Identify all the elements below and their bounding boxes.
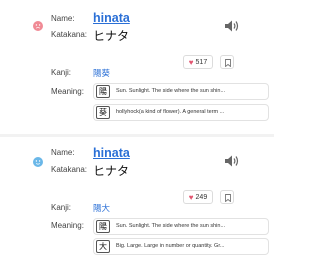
- meaning-text: Sun. Sunlight. The side where the sun sh…: [116, 223, 226, 229]
- meaning-label: Meaning:: [51, 221, 84, 230]
- meaning-label: Meaning:: [51, 87, 84, 96]
- katakana-label: Katakana:: [51, 30, 88, 39]
- name-card-2: Name: hinata Katakana: ヒナタ ♥ 249 Kanji: …: [0, 137, 274, 274]
- meaning-text: Big. Large. Large in number or quantity.…: [116, 243, 225, 249]
- name-label: Name:: [51, 14, 75, 23]
- bookmark-button[interactable]: [220, 55, 234, 69]
- speaker-icon[interactable]: [224, 19, 240, 33]
- kanji-char-box[interactable]: 葵: [96, 106, 110, 119]
- like-count: 517: [195, 58, 208, 66]
- heart-icon: ♥: [188, 57, 194, 67]
- meaning-row: 葵 hollyhock(a kind of flower). A general…: [93, 104, 269, 121]
- meaning-text: Sun. Sunlight. The side where the sun sh…: [116, 88, 226, 94]
- name-link[interactable]: hinata: [93, 11, 130, 25]
- heart-icon: ♥: [188, 192, 194, 202]
- kanji-char-box[interactable]: 陽: [96, 220, 110, 233]
- bookmark-button[interactable]: [220, 190, 234, 204]
- meaning-row: 陽 Sun. Sunlight. The side where the sun …: [93, 83, 269, 100]
- speaker-icon[interactable]: [224, 154, 240, 168]
- katakana-label: Katakana:: [51, 165, 88, 174]
- meaning-row: 大 Big. Large. Large in number or quantit…: [93, 238, 269, 255]
- name-label: Name:: [51, 148, 75, 157]
- kanji-value[interactable]: 陽大: [93, 202, 110, 214]
- kanji-char-box[interactable]: 陽: [96, 85, 110, 98]
- kanji-char-box[interactable]: 大: [96, 240, 110, 253]
- bookmark-icon: [225, 59, 231, 67]
- female-icon: [33, 21, 43, 31]
- like-count: 249: [195, 193, 208, 201]
- male-icon: [33, 157, 43, 167]
- kanji-label: Kanji:: [51, 203, 72, 212]
- meaning-row: 陽 Sun. Sunlight. The side where the sun …: [93, 218, 269, 235]
- katakana-value: ヒナタ: [93, 29, 130, 43]
- name-link[interactable]: hinata: [93, 146, 130, 160]
- like-button[interactable]: ♥ 249: [183, 190, 213, 204]
- katakana-value: ヒナタ: [93, 164, 130, 178]
- bookmark-icon: [225, 194, 231, 202]
- name-card-1: Name: hinata Katakana: ヒナタ ♥ 517 Kanji: …: [0, 0, 274, 137]
- kanji-value[interactable]: 陽葵: [93, 67, 110, 79]
- like-button[interactable]: ♥ 517: [183, 55, 213, 69]
- meaning-text: hollyhock(a kind of flower). A general t…: [116, 109, 225, 115]
- kanji-label: Kanji:: [51, 68, 72, 77]
